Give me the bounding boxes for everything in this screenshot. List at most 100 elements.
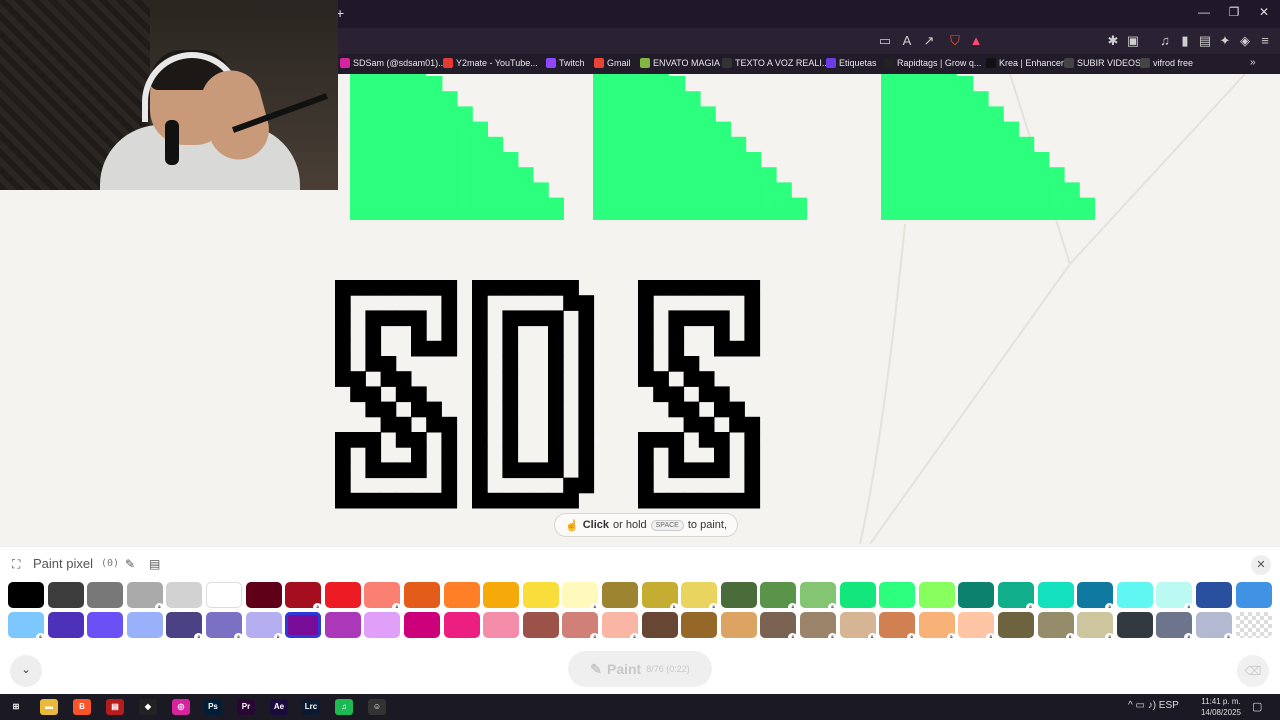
color-swatch[interactable] [87,582,124,608]
bookmark-item[interactable]: Y2mate - YouTube... [443,58,538,68]
color-swatch[interactable]: 🔒︎ [1156,612,1194,642]
bookmark-item[interactable]: vifrod free [1140,58,1193,68]
color-swatch[interactable] [404,582,440,608]
obs-icon[interactable]: ☺ [368,699,386,715]
color-swatch[interactable] [47,582,84,608]
color-swatch[interactable] [602,582,638,608]
spotify-icon[interactable]: ♫ [335,699,353,715]
color-swatch[interactable]: 🔒︎ [562,582,600,612]
color-swatch[interactable] [720,582,757,608]
file-explorer-icon[interactable]: ▬ [40,699,58,715]
color-swatch[interactable]: 🔒︎ [1156,582,1194,612]
extensions-icon[interactable]: ✱ [1104,33,1122,49]
instagram-icon[interactable]: ◎ [172,699,190,715]
bookmark-item[interactable]: TEXTO A VOZ REALI... [722,58,829,68]
close-window-button[interactable]: ✕ [1249,5,1279,19]
color-swatch[interactable] [1235,582,1272,608]
color-swatch[interactable] [522,612,559,638]
fullscreen-icon[interactable]: ⛶ [12,557,20,572]
color-swatch[interactable] [681,612,718,638]
color-swatch[interactable]: 🔒︎ [760,582,798,612]
bookmark-item[interactable]: ENVATO MAGIA [640,58,720,68]
bookmarks-overflow-button[interactable]: » [1250,57,1256,68]
color-swatch[interactable]: 🔒︎ [800,612,837,642]
color-swatch[interactable] [998,612,1034,638]
color-swatch[interactable] [483,582,520,608]
bookmark-item[interactable]: Rapidtags | Grow q... [884,58,981,68]
notifications-icon[interactable]: ▢ [1252,700,1262,713]
wallet-icon[interactable]: ▤ [1196,33,1214,49]
color-swatch[interactable] [1235,612,1272,638]
color-swatch[interactable] [958,582,995,608]
color-swatch[interactable] [918,582,955,608]
media-icon[interactable]: ♫ [1156,33,1174,48]
color-swatch[interactable]: 🔒︎ [1077,612,1115,642]
color-swatch[interactable] [1116,582,1153,608]
color-swatch[interactable]: 🔒︎ [839,612,877,642]
system-tray[interactable]: ^ ▭ ♪) ESP [1128,700,1179,711]
color-swatch[interactable] [404,612,440,638]
color-swatch[interactable] [324,612,361,638]
leo-ai-icon[interactable]: ✦ [1216,33,1234,49]
color-swatch[interactable] [839,582,876,608]
color-swatch[interactable] [364,612,401,638]
color-swatch[interactable] [324,582,361,608]
color-swatch[interactable]: 🔒︎ [760,612,798,642]
translate-icon[interactable]: A [898,33,916,48]
color-swatch[interactable]: 🔒︎ [602,612,639,642]
color-swatch[interactable]: 🔒︎ [681,582,719,612]
color-swatch[interactable] [285,612,322,638]
color-swatch[interactable] [47,612,84,638]
color-swatch[interactable]: 🔒︎ [8,612,45,642]
vpn-icon[interactable]: ◈ [1236,33,1254,49]
sidebar-icon[interactable]: ▮ [1176,33,1194,49]
brave-shields-icon[interactable]: ⛉ [946,33,964,49]
color-swatch[interactable] [443,582,480,608]
color-swatch[interactable]: 🔒︎ [126,582,164,612]
eraser-button[interactable]: ⌫ [1237,655,1269,687]
close-panel-button[interactable]: ✕ [1251,555,1271,575]
color-swatch[interactable] [720,612,757,638]
color-swatch[interactable]: 🔒︎ [998,582,1035,612]
collapse-button[interactable]: ⌄ [10,655,42,687]
bookmark-item[interactable]: SUBIR VIDEOS [1064,58,1141,68]
color-swatch[interactable]: 🔒︎ [285,582,323,612]
color-swatch[interactable]: 🔒︎ [879,612,917,642]
color-swatch[interactable]: 🔒︎ [1037,612,1075,642]
restore-button[interactable]: ❐ [1219,5,1249,19]
bookmark-item[interactable]: Etiquetas [826,58,877,68]
bookmark-item[interactable]: SDSam (@sdsam01)... [340,58,446,68]
color-swatch[interactable]: 🔒︎ [641,582,679,612]
color-swatch[interactable] [87,612,124,638]
bookmark-item[interactable]: Krea | Enhancer [986,58,1064,68]
color-swatch[interactable] [206,582,242,608]
color-swatch[interactable]: 🔒︎ [1196,612,1233,642]
color-swatch[interactable]: 🔒︎ [206,612,243,642]
color-swatch[interactable]: 🔒︎ [166,612,204,642]
bookmark-item[interactable]: Twitch [546,58,585,68]
color-swatch[interactable] [126,612,163,638]
template-icon[interactable]: ▤ [149,557,160,571]
premiere-icon[interactable]: Pr [237,699,255,715]
screenshot-icon[interactable]: ▣ [1124,33,1142,49]
after-effects-icon[interactable]: Ae [270,699,288,715]
paint-button[interactable]: ✎ Paint 8/76 (0:22) [568,651,712,687]
brave-browser-icon[interactable]: B [73,699,91,715]
color-swatch[interactable]: 🔒︎ [1077,582,1115,612]
menu-icon[interactable]: ≡ [1256,33,1274,48]
color-swatch[interactable] [522,582,559,608]
color-swatch[interactable] [641,612,678,638]
color-swatch[interactable] [1037,582,1074,608]
color-swatch[interactable] [443,612,480,638]
color-swatch[interactable] [1116,612,1153,638]
color-swatch[interactable]: 🔒︎ [918,612,956,642]
color-swatch[interactable]: 🔒︎ [958,612,996,642]
brave-rewards-icon[interactable]: ▲ [967,33,985,48]
color-swatch[interactable] [245,582,282,608]
color-swatch[interactable]: 🔒︎ [245,612,283,642]
capcut-icon[interactable]: ◆ [139,699,157,715]
bookmark-item[interactable]: Gmail [594,58,631,68]
cast-icon[interactable]: ▭ [876,33,894,49]
color-swatch[interactable] [8,582,44,608]
color-swatch[interactable] [879,582,916,608]
